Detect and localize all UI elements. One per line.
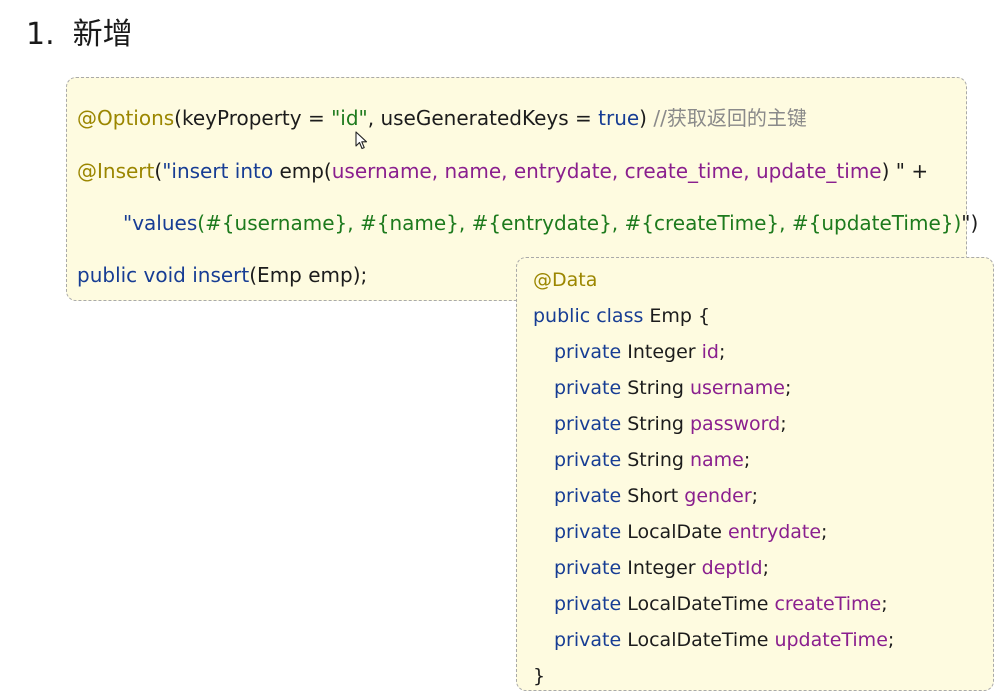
field-name: updateTime bbox=[774, 629, 888, 651]
code-line-insert: @Insert("insert into emp(username, name,… bbox=[77, 159, 929, 183]
field-modifier: private bbox=[554, 341, 622, 363]
code-line-options: @Options(keyProperty = "id", useGenerate… bbox=[77, 106, 807, 130]
field-type: LocalDateTime bbox=[627, 593, 769, 615]
field-line: private String password; bbox=[554, 412, 787, 436]
field-type: String bbox=[627, 449, 684, 471]
field-type: LocalDateTime bbox=[627, 629, 769, 651]
code-line-method: public void insert(Emp emp); bbox=[77, 263, 368, 287]
insert-annotation: @Insert bbox=[77, 159, 155, 183]
class-name: Emp { bbox=[649, 305, 711, 327]
field-semicolon: ; bbox=[821, 521, 828, 543]
field-name: gender bbox=[684, 485, 752, 507]
sql-keywords: "insert into bbox=[162, 159, 280, 183]
mouse-cursor-icon bbox=[355, 131, 368, 150]
field-line: private String name; bbox=[554, 448, 750, 472]
field-line: private String username; bbox=[554, 376, 791, 400]
field-line: private LocalDateTime createTime; bbox=[554, 592, 888, 616]
class-closing: } bbox=[533, 664, 545, 688]
data-annotation-line: @Data bbox=[533, 268, 597, 292]
section-number: 1. bbox=[26, 17, 55, 52]
field-semicolon: ; bbox=[784, 377, 792, 399]
field-name: password bbox=[689, 413, 781, 435]
closing-brace: } bbox=[533, 665, 546, 687]
field-line: private Short gender; bbox=[554, 484, 758, 508]
field-type: String bbox=[627, 377, 684, 399]
data-annotation: @Data bbox=[533, 269, 598, 291]
field-name: id bbox=[701, 341, 719, 363]
field-modifier: private bbox=[554, 485, 622, 507]
class-keywords: public class bbox=[533, 305, 644, 327]
sql-columns: username, name, entrydate, create_time, … bbox=[331, 159, 882, 183]
field-semicolon: ; bbox=[718, 341, 726, 363]
field-type: Integer bbox=[627, 557, 696, 579]
values-placeholders: (#{username}, #{name}, #{entrydate}, #{c… bbox=[197, 211, 962, 235]
field-semicolon: ; bbox=[887, 629, 895, 651]
field-type: String bbox=[627, 413, 684, 435]
field-modifier: private bbox=[554, 521, 622, 543]
field-modifier: private bbox=[554, 449, 622, 471]
section-heading: 1. 新增 bbox=[26, 14, 133, 56]
field-modifier: private bbox=[554, 377, 622, 399]
public-void-keywords: public void bbox=[77, 263, 186, 287]
field-line: private Integer id; bbox=[554, 340, 725, 364]
code-line-values: "values(#{username}, #{name}, #{entrydat… bbox=[123, 211, 979, 235]
section-title: 新增 bbox=[72, 17, 133, 52]
entity-code-block: @Data public class Emp { private Integer… bbox=[516, 257, 994, 691]
field-type: Integer bbox=[627, 341, 696, 363]
field-type: Short bbox=[627, 485, 679, 507]
field-line: private LocalDate entrydate; bbox=[554, 520, 827, 544]
class-declaration: public class Emp { bbox=[533, 304, 710, 328]
field-name: name bbox=[689, 449, 744, 471]
field-semicolon: ; bbox=[743, 449, 751, 471]
field-modifier: private bbox=[554, 593, 622, 615]
code-comment: //获取返回的主键 bbox=[653, 106, 807, 130]
field-semicolon: ; bbox=[751, 485, 759, 507]
field-line: private Integer deptId; bbox=[554, 556, 769, 580]
field-modifier: private bbox=[554, 557, 622, 579]
field-name: username bbox=[689, 377, 785, 399]
field-type: LocalDate bbox=[627, 521, 722, 543]
method-name: insert bbox=[192, 263, 250, 287]
field-modifier: private bbox=[554, 413, 622, 435]
field-name: deptId bbox=[701, 557, 763, 579]
values-keyword: "values bbox=[123, 211, 198, 235]
field-semicolon: ; bbox=[762, 557, 769, 579]
true-keyword: true bbox=[598, 106, 640, 130]
field-line: private LocalDateTime updateTime; bbox=[554, 628, 894, 652]
options-annotation: @Options bbox=[77, 106, 175, 130]
field-modifier: private bbox=[554, 629, 622, 651]
field-name: createTime bbox=[774, 593, 882, 615]
field-name: entrydate bbox=[727, 521, 822, 543]
id-string: "id" bbox=[331, 106, 368, 130]
field-semicolon: ; bbox=[780, 413, 787, 435]
field-semicolon: ; bbox=[881, 593, 888, 615]
